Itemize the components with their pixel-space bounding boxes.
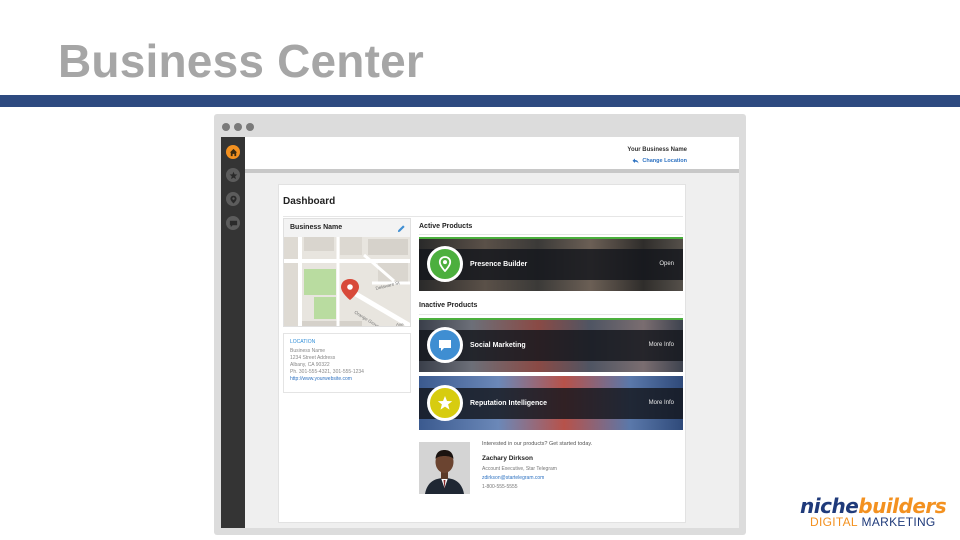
product-name: Presence Builder bbox=[470, 261, 528, 268]
nav-messages[interactable] bbox=[226, 216, 240, 230]
browser-window: Your Business Name Change Location Dashb… bbox=[214, 114, 746, 535]
window-dot-close[interactable] bbox=[222, 123, 230, 131]
contact-title: Account Executive, Star Telegram bbox=[482, 466, 557, 472]
window-dot-minimize[interactable] bbox=[234, 123, 242, 131]
star-icon bbox=[229, 171, 237, 179]
change-location-link[interactable]: Change Location bbox=[632, 158, 687, 164]
slide: Business Center Your Business Name Chang… bbox=[0, 0, 960, 540]
product-reputation-intelligence[interactable]: Reputation Intelligence More Info bbox=[419, 376, 683, 430]
inactive-products-heading: Inactive Products bbox=[419, 302, 478, 309]
business-card-title: Business Name bbox=[290, 224, 343, 231]
business-card: Business Name Delaware St Orange Grove A… bbox=[283, 218, 411, 327]
return-arrow-icon bbox=[632, 158, 639, 164]
sales-contact: Interested in our products? Get started … bbox=[419, 437, 683, 497]
dashboard-panel: Dashboard Business Name Delaware St Oran… bbox=[278, 184, 686, 523]
nav-favorites[interactable] bbox=[226, 168, 240, 182]
location-city: Albany, CA 90322 bbox=[290, 362, 330, 368]
speech-bubble-icon bbox=[439, 340, 451, 351]
product-presence-builder[interactable]: Presence Builder Open bbox=[419, 237, 683, 291]
divider bbox=[419, 314, 683, 315]
logo-digital: DIGITAL bbox=[810, 515, 858, 529]
business-map[interactable]: Delaware St Orange Grove Ave Ave bbox=[284, 237, 410, 327]
contact-intro: Interested in our products? Get started … bbox=[482, 441, 593, 447]
pencil-icon[interactable] bbox=[397, 224, 406, 233]
niche-builders-logo: nichebuilders DIGITAL MARKETING bbox=[800, 494, 952, 530]
product-open-link[interactable]: Open bbox=[659, 261, 674, 267]
chat-icon bbox=[229, 220, 237, 227]
divider bbox=[283, 216, 683, 217]
nav-home[interactable] bbox=[226, 145, 240, 159]
nav-locations[interactable] bbox=[226, 192, 240, 206]
reputation-icon-badge bbox=[427, 385, 463, 421]
product-more-info-link[interactable]: More Info bbox=[649, 400, 674, 406]
location-label: LOCATION bbox=[290, 339, 316, 345]
title-accent-bar bbox=[0, 95, 960, 107]
presence-icon-badge bbox=[427, 246, 463, 282]
change-location-label: Change Location bbox=[642, 158, 687, 164]
location-name: Business Name bbox=[290, 348, 326, 354]
product-name: Reputation Intelligence bbox=[470, 400, 548, 407]
topbar-business-name: Your Business Name bbox=[627, 147, 687, 153]
location-street: 1234 Street Address bbox=[290, 355, 336, 361]
location-website-link[interactable]: http://www.yourwebsite.com bbox=[290, 376, 404, 383]
business-card-header: Business Name bbox=[284, 219, 410, 237]
slide-title: Business Center bbox=[58, 35, 425, 87]
star-icon bbox=[437, 396, 453, 410]
person-portrait bbox=[419, 442, 470, 494]
contact-email-link[interactable]: zdirkson@startelegram.com bbox=[482, 475, 544, 481]
location-pin-icon bbox=[438, 256, 452, 272]
window-dot-maximize[interactable] bbox=[246, 123, 254, 131]
divider bbox=[419, 234, 683, 235]
app-viewport: Your Business Name Change Location Dashb… bbox=[221, 137, 739, 528]
dashboard-title: Dashboard bbox=[283, 196, 336, 207]
window-controls bbox=[222, 123, 254, 131]
product-name: Social Marketing bbox=[470, 342, 526, 349]
location-phone: Ph. 301-555-4321, 301-555-1234 bbox=[290, 369, 364, 375]
location-pin-icon bbox=[229, 195, 237, 203]
product-social-marketing[interactable]: Social Marketing More Info bbox=[419, 318, 683, 372]
map-graphic: Delaware St Orange Grove Ave Ave bbox=[284, 237, 410, 327]
side-nav bbox=[221, 137, 245, 528]
avatar bbox=[419, 442, 470, 494]
contact-phone: 1-800-555-5555 bbox=[482, 484, 518, 490]
product-more-info-link[interactable]: More Info bbox=[649, 342, 674, 348]
home-icon bbox=[229, 148, 237, 156]
contact-name: Zachary Dirkson bbox=[482, 455, 533, 462]
location-card: LOCATION Business Name 1234 Street Addre… bbox=[283, 333, 411, 393]
logo-marketing: MARKETING bbox=[861, 515, 936, 529]
social-icon-badge bbox=[427, 327, 463, 363]
app-topbar: Your Business Name Change Location bbox=[245, 137, 739, 173]
active-products-heading: Active Products bbox=[419, 223, 473, 230]
map-street-label: Ave bbox=[396, 322, 404, 327]
